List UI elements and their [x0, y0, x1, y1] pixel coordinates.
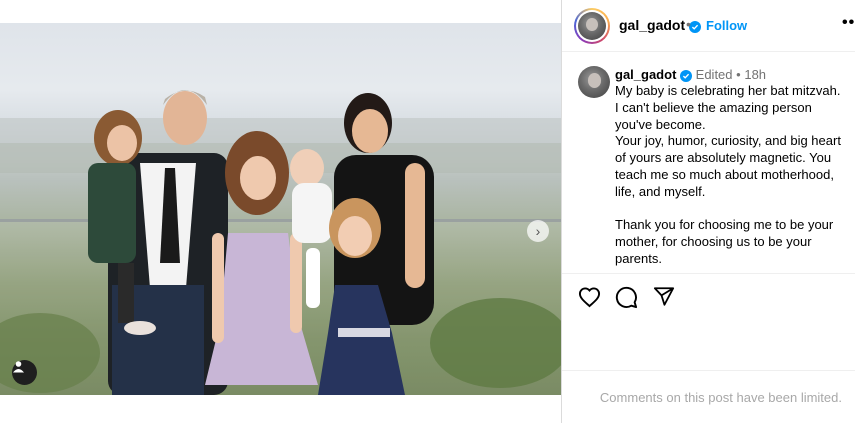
caption-section: gal_gadot Edited • 18h My baby is celebr… [562, 53, 855, 273]
post-header: gal_gadot • Follow ••• [562, 0, 855, 52]
comments-limited-text: Comments on this post have been limited. [599, 390, 842, 405]
user-tag-icon [13, 361, 24, 373]
caption-header: gal_gadot Edited • 18h [615, 67, 766, 82]
comment-icon[interactable] [615, 286, 638, 309]
avatar [578, 12, 606, 40]
post-side-panel: gal_gadot • Follow ••• gal_gadot Edited … [561, 0, 855, 423]
more-options-icon[interactable]: ••• [842, 14, 855, 32]
comments-limited-notice: Comments on this post have been limited. [562, 370, 855, 423]
edited-label: Edited [695, 67, 733, 82]
next-photo-button[interactable]: › [527, 220, 549, 242]
author-avatar-story-ring[interactable] [574, 8, 610, 44]
heart-icon[interactable] [578, 286, 601, 308]
post-timestamp[interactable]: 18h [744, 67, 766, 82]
share-icon[interactable] [653, 286, 675, 307]
family-photo-illustration [0, 90, 561, 395]
meta-separator: • [736, 67, 741, 82]
follow-button[interactable]: Follow [706, 18, 747, 33]
header-separator: • [686, 16, 691, 32]
post-actions-bar [562, 273, 855, 319]
caption-text: My baby is celebrating her bat mitzvah. … [615, 83, 841, 266]
chevron-right-icon: › [535, 223, 541, 239]
tagged-users-button[interactable] [12, 360, 37, 385]
username-text[interactable]: gal_gadot [619, 17, 685, 33]
verified-badge-icon [680, 70, 693, 82]
post-photo[interactable]: › [0, 23, 561, 395]
caption-username[interactable]: gal_gadot [615, 67, 676, 82]
avatar[interactable] [578, 66, 610, 98]
